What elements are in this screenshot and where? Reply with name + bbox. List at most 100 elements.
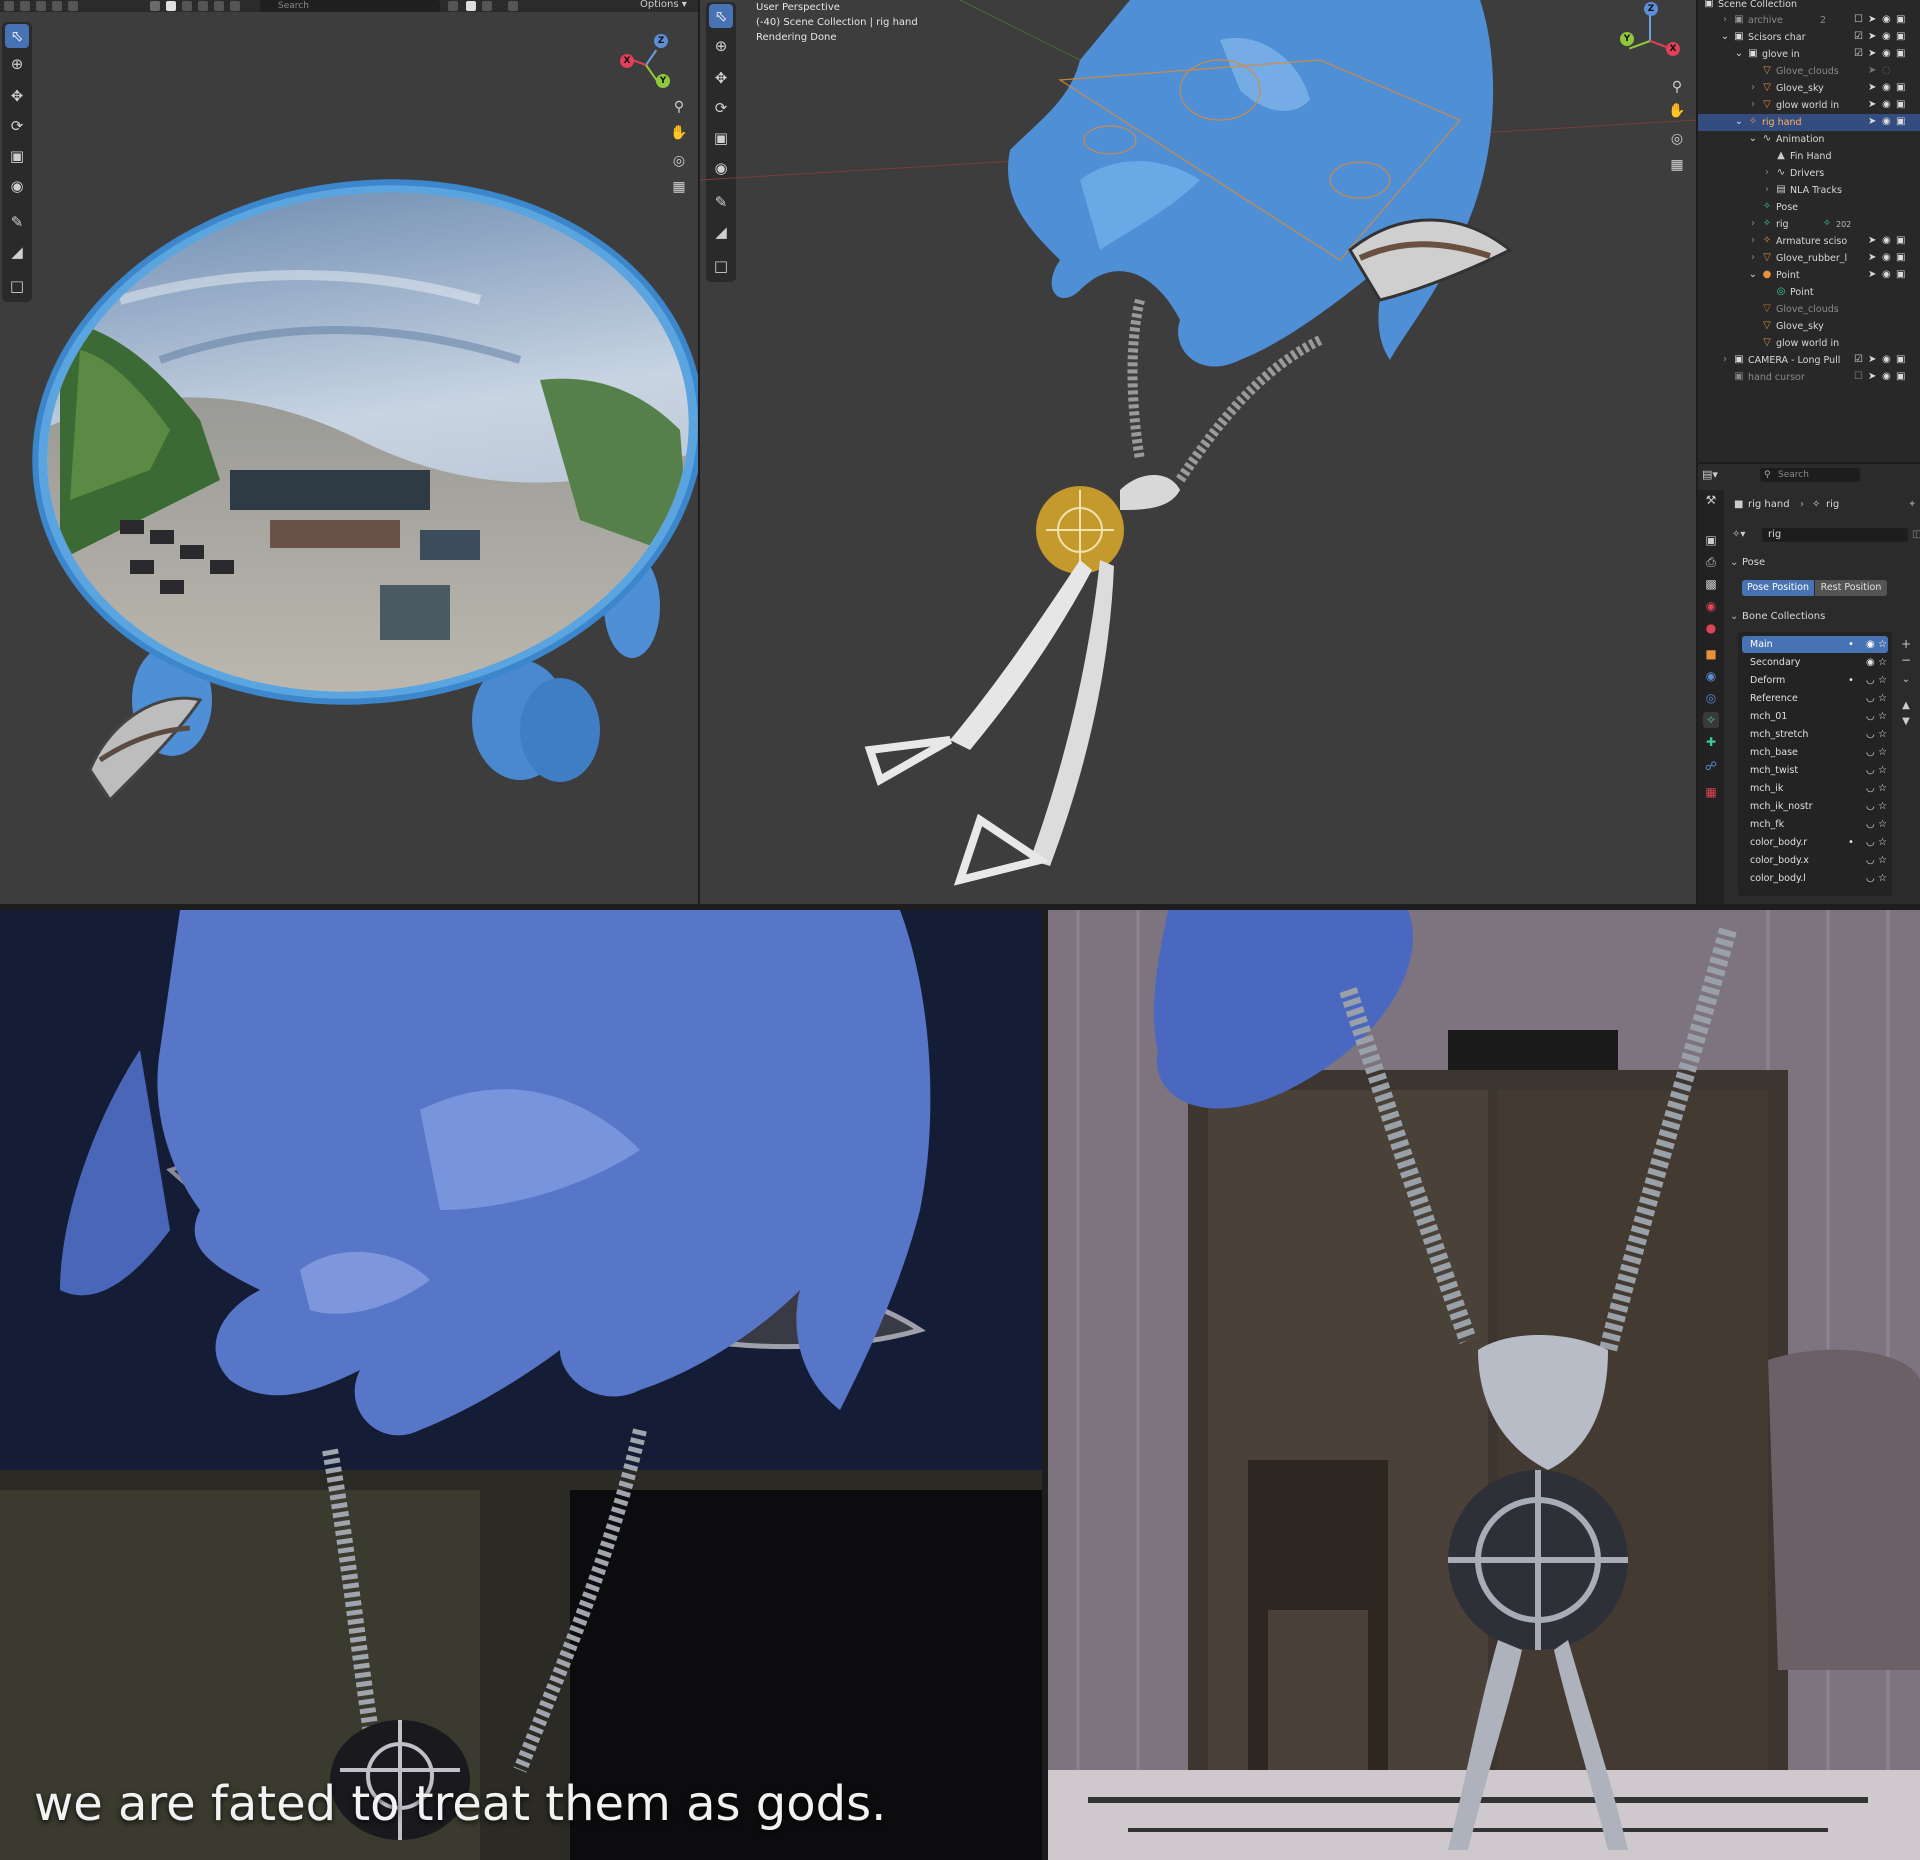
camera-icon[interactable]: ▣ [1896, 31, 1905, 43]
remove-collection-icon[interactable]: − [1898, 652, 1914, 668]
eye-icon[interactable]: ◉ [1882, 371, 1891, 383]
rest-position-button[interactable]: Rest Position [1815, 580, 1887, 596]
camera-icon[interactable]: ▣ [1896, 116, 1905, 128]
bone-collection-deform[interactable]: Deform • ◡ ☆ [1742, 672, 1888, 689]
outliner-row-glove-clouds[interactable]: ▽ Glove_clouds ➤ ◌ [1698, 63, 1920, 80]
eye-icon[interactable]: ◉ [1882, 235, 1891, 247]
armature-datablock-field[interactable]: ✧▾ rig ◫ [1724, 526, 1920, 544]
expand-arrow-icon[interactable]: ⌄ [1748, 270, 1758, 280]
camera-icon[interactable]: ▣ [1896, 99, 1905, 111]
eye-closed-icon[interactable]: ◡ [1866, 870, 1875, 887]
outliner-row-glove-sky[interactable]: › ▽ Glove_sky ➤ ◉ ▣ [1698, 80, 1920, 97]
constraint-tab-icon[interactable]: ☍ [1703, 758, 1719, 774]
expand-arrow-icon[interactable]: ⌄ [1748, 134, 1758, 144]
properties-search-input[interactable]: ⚲ Search [1760, 468, 1860, 482]
star-icon[interactable]: ☆ [1878, 870, 1887, 887]
outliner-row-glove-clouds-2[interactable]: ▽ Glove_clouds [1698, 301, 1920, 318]
world-tab-icon[interactable]: ● [1703, 620, 1719, 636]
select-arrow-icon[interactable]: ➤ [1868, 65, 1876, 77]
bone-collection-mch-ik[interactable]: mch_ik ◡ ☆ [1742, 780, 1888, 797]
outliner-row-glove-sky-2[interactable]: ▽ Glove_sky [1698, 318, 1920, 335]
star-icon[interactable]: ☆ [1878, 654, 1887, 671]
star-icon[interactable]: ☆ [1878, 780, 1887, 797]
expand-arrow-icon[interactable]: ⌄ [1734, 49, 1744, 59]
bone-collection-main[interactable]: Main • ◉ ☆ [1742, 636, 1888, 653]
scene-tab-icon[interactable]: ◉ [1703, 598, 1719, 614]
pose-section-header[interactable]: ⌄ Pose [1724, 554, 1920, 572]
physics-tab-icon[interactable]: ◎ [1703, 690, 1719, 706]
star-icon[interactable]: ☆ [1878, 798, 1887, 815]
checkbox-icon[interactable]: ☐ [1854, 371, 1863, 383]
editor-type-icon[interactable]: ▤▾ [1702, 466, 1726, 484]
texture-tab-icon[interactable]: ▦ [1703, 784, 1719, 800]
outliner-row-glow-world-in-2[interactable]: ▽ glow world in [1698, 335, 1920, 352]
bone-collection-mch-stretch[interactable]: mch_stretch ◡ ☆ [1742, 726, 1888, 743]
outliner-row-animation[interactable]: ⌄ ∿ Animation [1698, 131, 1920, 148]
eye-icon[interactable]: ◉ [1866, 654, 1875, 671]
bone-collection-color-body-l[interactable]: color_body.l ◡ ☆ [1742, 870, 1888, 887]
select-arrow-icon[interactable]: ➤ [1868, 354, 1876, 366]
star-icon[interactable]: ☆ [1878, 690, 1887, 707]
eye-closed-icon[interactable]: ◡ [1866, 852, 1875, 869]
outliner-row-glove-rubber[interactable]: › ▽ Glove_rubber_l ➤ ◉ ▣ [1698, 250, 1920, 267]
bone-collection-secondary[interactable]: Secondary ◉ ☆ [1742, 654, 1888, 671]
object-tab-icon[interactable]: ■ [1703, 646, 1719, 662]
outliner-row-glow-world-in[interactable]: › ▽ glow world in ➤ ◉ ▣ [1698, 97, 1920, 114]
eye-closed-icon[interactable]: ◡ [1866, 726, 1875, 743]
outliner-row-glove-in[interactable]: ⌄ ▣ glove in ☑ ➤ ◉ ▣ [1698, 46, 1920, 63]
viewport-main[interactable]: ⬁ ⊕ ✥ ⟳ ▣ ◉ ✎ ◢ □ User Perspective (-40)… [700, 0, 1696, 904]
eye-icon[interactable]: ◉ [1882, 269, 1891, 281]
eye-closed-icon[interactable]: ◡ [1866, 690, 1875, 707]
pin-icon[interactable]: ✦ [1908, 496, 1916, 514]
camera-icon[interactable]: ▣ [1896, 252, 1905, 264]
expand-arrow-icon[interactable]: ⌄ [1720, 32, 1730, 42]
outliner-row-camera-long-pull[interactable]: › ▣ CAMERA - Long Pull ☑ ➤ ◉ ▣ [1698, 352, 1920, 369]
camera-icon[interactable]: ▣ [1896, 82, 1905, 94]
star-icon[interactable]: ☆ [1878, 762, 1887, 779]
bone-collection-color-body-x[interactable]: color_body.x ◡ ☆ [1742, 852, 1888, 869]
expand-arrow-icon[interactable]: › [1720, 15, 1730, 25]
eye-icon[interactable]: ◉ [1882, 14, 1891, 26]
camera-icon[interactable]: ▣ [1896, 235, 1905, 247]
camera-icon[interactable]: ▣ [1896, 269, 1905, 281]
output-tab-icon[interactable]: ⎙ [1703, 554, 1719, 570]
move-down-icon[interactable]: ▼ [1898, 714, 1914, 730]
render-tab-icon[interactable]: ▣ [1703, 532, 1719, 548]
armature-data-tab-icon[interactable]: ✧ [1703, 712, 1719, 728]
bone-tab-icon[interactable]: ✚ [1703, 734, 1719, 750]
bone-collections-section-header[interactable]: ⌄ Bone Collections [1724, 608, 1920, 626]
viewport-left[interactable]: Search Options ▾ ⬁ ⊕ ✥ ⟳ ▣ ◉ ✎ ◢ □ Z Y X… [0, 0, 698, 904]
bone-collection-mch-ik-nostr[interactable]: mch_ik_nostr ◡ ☆ [1742, 798, 1888, 815]
outliner-row-pose[interactable]: ✧ Pose [1698, 199, 1920, 216]
outliner-row-archive[interactable]: › ▣ archive 2 ☐ ➤ ◉ ▣ [1698, 12, 1920, 29]
eye-hidden-icon[interactable]: ◌ [1882, 65, 1891, 77]
eye-icon[interactable]: ◉ [1882, 99, 1891, 111]
select-arrow-icon[interactable]: ➤ [1868, 371, 1876, 383]
eye-closed-icon[interactable]: ◡ [1866, 672, 1875, 689]
eye-icon[interactable]: ◉ [1866, 636, 1875, 653]
modifier-tab-icon[interactable]: ◉ [1703, 668, 1719, 684]
eye-closed-icon[interactable]: ◡ [1866, 780, 1875, 797]
eye-closed-icon[interactable]: ◡ [1866, 816, 1875, 833]
eye-closed-icon[interactable]: ◡ [1866, 708, 1875, 725]
expand-arrow-icon[interactable]: › [1720, 355, 1730, 365]
camera-icon[interactable]: ▣ [1896, 48, 1905, 60]
eye-icon[interactable]: ◉ [1882, 354, 1891, 366]
bone-collection-mch-twist[interactable]: mch_twist ◡ ☆ [1742, 762, 1888, 779]
star-icon[interactable]: ☆ [1878, 672, 1887, 689]
bone-collection-reference[interactable]: Reference ◡ ☆ [1742, 690, 1888, 707]
outliner-row-fin-hand[interactable]: ▲ Fin Hand [1698, 148, 1920, 165]
tool-tab-icon[interactable]: ⚒ [1703, 492, 1719, 508]
checkbox-icon[interactable]: ☐ [1854, 14, 1863, 26]
move-up-icon[interactable]: ▲ [1898, 698, 1914, 714]
add-collection-icon[interactable]: + [1898, 636, 1914, 652]
select-arrow-icon[interactable]: ➤ [1868, 269, 1876, 281]
camera-icon[interactable]: ▣ [1896, 371, 1905, 383]
bone-collection-mch-base[interactable]: mch_base ◡ ☆ [1742, 744, 1888, 761]
camera-icon[interactable]: ▣ [1896, 14, 1905, 26]
select-arrow-icon[interactable]: ➤ [1868, 235, 1876, 247]
star-icon[interactable]: ☆ [1878, 726, 1887, 743]
outliner-row-rig-hand[interactable]: ⌄ ✧ rig hand ➤ ◉ ▣ [1698, 114, 1920, 131]
eye-icon[interactable]: ◉ [1882, 31, 1891, 43]
outliner-row-hand-cursor[interactable]: ▣ hand cursor ☐ ➤ ◉ ▣ [1698, 369, 1920, 386]
